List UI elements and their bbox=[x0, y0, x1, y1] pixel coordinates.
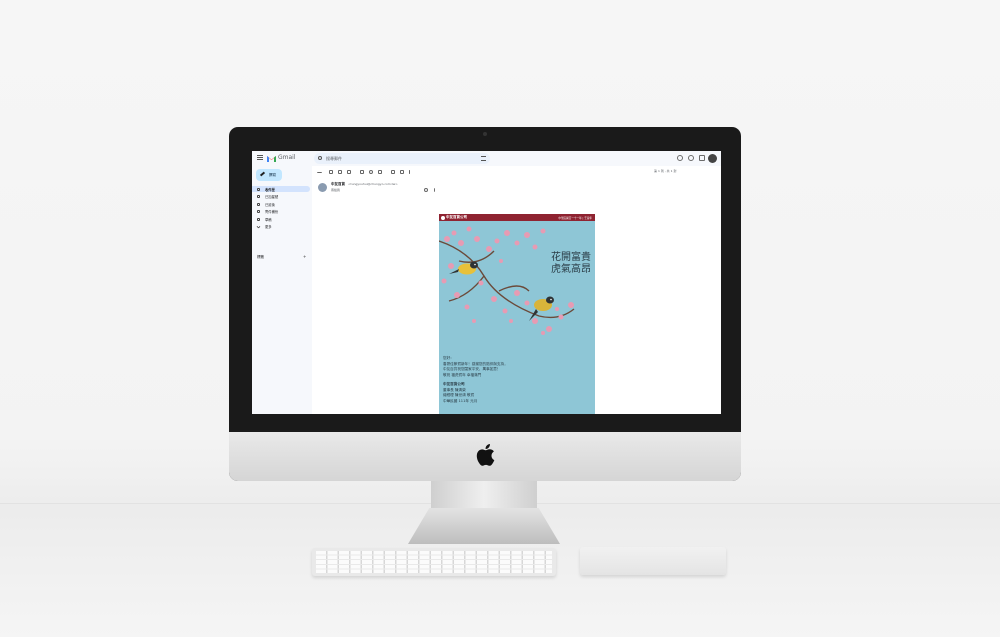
card-title-line1: 花開富貴 bbox=[551, 252, 591, 263]
add-task-icon[interactable] bbox=[378, 170, 382, 174]
card-line: 敬祝 福虎賀年 幸福滿門 bbox=[443, 373, 482, 378]
sidebar-item-starred[interactable]: 已加星號 bbox=[252, 194, 310, 200]
camera-dot bbox=[483, 132, 487, 136]
sidebar-item-label: 寄件備份 bbox=[265, 210, 279, 215]
sender-email: <tungyouhui@chungyo.com.tw> bbox=[348, 182, 398, 187]
card-title-line2: 虎氣高昂 bbox=[551, 264, 591, 275]
card-company: 中友百貨公司 bbox=[446, 215, 467, 220]
sidebar: 撰寫 收件匣 已加星號 已延後 寄件備份 草稿 更多 標籤 + bbox=[252, 166, 312, 414]
recipient-line[interactable]: 寄給我 bbox=[331, 188, 340, 192]
greeting-card: 中友百貨公司 中華民國百一十一年 | 壬寅年 花開富貴 虎氣高昂 您好： 春昂佳… bbox=[439, 214, 595, 414]
apps-grid-icon[interactable] bbox=[699, 155, 705, 161]
sidebar-item-sent[interactable]: 寄件備份 bbox=[252, 209, 310, 215]
sidebar-item-label: 收件匣 bbox=[265, 187, 275, 192]
card-message: 您好： 春昂佳節賀新年！感謝您的陪伴與支持， 中友百貨祝您闔家平安、萬事如意！ … bbox=[443, 356, 593, 405]
sidebar-item-snoozed[interactable]: 已延後 bbox=[252, 201, 310, 207]
message-more-icon[interactable] bbox=[434, 188, 435, 192]
sidebar-item-label: 已延後 bbox=[265, 202, 275, 207]
compose-label: 撰寫 bbox=[269, 173, 276, 177]
sidebar-item-drafts[interactable]: 草稿 bbox=[252, 216, 310, 222]
labels-heading: 標籤 bbox=[257, 255, 264, 259]
add-label-button[interactable]: + bbox=[303, 254, 306, 259]
gmail-logo-icon[interactable] bbox=[267, 155, 276, 162]
clock-icon bbox=[257, 202, 260, 206]
app-name: Gmail bbox=[278, 154, 296, 161]
monitor-chin bbox=[229, 432, 741, 481]
send-icon bbox=[257, 210, 260, 213]
settings-icon[interactable] bbox=[688, 155, 694, 161]
sidebar-item-label: 草稿 bbox=[265, 217, 272, 222]
mark-unread-icon[interactable] bbox=[360, 170, 364, 174]
label-icon[interactable] bbox=[400, 170, 404, 174]
inbox-icon bbox=[257, 187, 260, 191]
card-header: 中友百貨公司 中華民國百一十一年 | 壬寅年 bbox=[439, 214, 595, 221]
menu-icon[interactable] bbox=[257, 155, 263, 160]
plum-blossom-birds-illustration bbox=[439, 226, 575, 335]
trackpad bbox=[580, 547, 726, 575]
message-view: 第 1 到 , 共 1 封 中友百貨 <tungyouhui@chungyo.c… bbox=[312, 166, 721, 414]
chevron-down-icon bbox=[256, 224, 261, 229]
help-icon[interactable] bbox=[677, 155, 683, 161]
pagination-text: 第 1 到 , 共 1 封 bbox=[654, 169, 677, 173]
snooze-icon[interactable] bbox=[369, 170, 373, 174]
avatar[interactable] bbox=[708, 154, 717, 163]
bird-upper bbox=[449, 261, 478, 275]
sidebar-item-label: 更多 bbox=[265, 225, 272, 230]
more-options-icon[interactable] bbox=[409, 170, 410, 174]
sidebar-item-label: 已加星號 bbox=[265, 195, 279, 200]
compose-button[interactable]: 撰寫 bbox=[256, 169, 282, 181]
back-arrow-icon[interactable] bbox=[317, 170, 322, 173]
sender-name: 中友百貨 bbox=[331, 182, 345, 186]
screen: Gmail 搜尋郵件 撰寫 收件匣 已加星號 已延後 寄件備份 草稿 更多 標籤… bbox=[252, 151, 721, 414]
draft-icon bbox=[257, 217, 260, 221]
sidebar-item-more[interactable]: 更多 bbox=[252, 224, 310, 230]
gmail-topbar: Gmail 搜尋郵件 bbox=[252, 151, 721, 166]
search-placeholder: 搜尋郵件 bbox=[326, 156, 342, 161]
card-header-right: 中華民國百一十一年 | 壬寅年 bbox=[558, 216, 592, 220]
pencil-icon bbox=[259, 171, 266, 177]
report-spam-icon[interactable] bbox=[338, 170, 342, 174]
search-options-icon[interactable] bbox=[481, 156, 486, 161]
card-sign-line: 中華民國 111年 元月 bbox=[443, 398, 478, 403]
card-title: 花開富貴 虎氣高昂 bbox=[551, 252, 591, 276]
archive-icon[interactable] bbox=[329, 170, 333, 174]
company-logo-icon bbox=[441, 215, 445, 220]
delete-icon[interactable] bbox=[347, 170, 351, 174]
reply-icon[interactable] bbox=[424, 188, 428, 192]
search-bar[interactable]: 搜尋郵件 bbox=[314, 153, 490, 164]
keyboard bbox=[312, 548, 556, 576]
sidebar-item-inbox[interactable]: 收件匣 bbox=[252, 186, 310, 192]
sender-avatar[interactable] bbox=[318, 183, 327, 192]
search-icon[interactable] bbox=[318, 156, 322, 160]
star-icon bbox=[257, 195, 260, 198]
move-to-icon[interactable] bbox=[391, 170, 395, 174]
apple-logo-icon bbox=[476, 444, 495, 466]
monitor-stand-base bbox=[408, 508, 560, 544]
